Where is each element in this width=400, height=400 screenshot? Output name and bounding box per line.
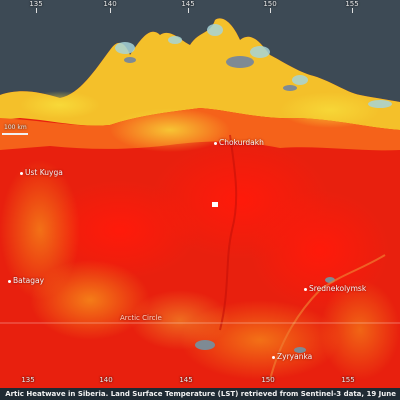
place-label: Chokurdakh: [219, 138, 264, 147]
place-label: Ust Kuyga: [25, 168, 63, 177]
lst-map: 135 140 145 150 155 135 140 145 150 155 …: [0, 0, 400, 400]
place-batagay: Batagay: [8, 276, 44, 285]
scale-bar-label: 100 km: [4, 124, 27, 131]
lst-raster: [0, 0, 400, 400]
place-zyryanka: Zyryanka: [272, 352, 312, 361]
lon-tickmark-top: [36, 8, 37, 13]
lon-tickmark-top: [270, 8, 271, 13]
lon-tick-bottom: 150: [261, 376, 275, 384]
lon-tickmark-top: [352, 8, 353, 13]
scale-bar: [2, 133, 28, 135]
lon-tick-top: 140: [103, 0, 117, 8]
place-label: Zyryanka: [277, 352, 313, 361]
lon-tick-bottom: 155: [341, 376, 355, 384]
place-dot: [214, 141, 217, 145]
lon-tickmark-top: [188, 8, 189, 13]
white-patch: [212, 202, 218, 207]
place-dot: [8, 279, 11, 283]
place-ust-kuyga: Ust Kuyga: [20, 168, 63, 177]
place-dot: [304, 287, 307, 291]
lon-tickmark-top: [110, 8, 111, 13]
lon-tick-bottom: 145: [179, 376, 193, 384]
map-caption: Artic Heatwave in Siberia. Land Surface …: [0, 388, 400, 400]
lon-tick-bottom: 140: [99, 376, 113, 384]
lon-tick-bottom: 135: [21, 376, 35, 384]
place-srednekolymsk: Srednekolymsk: [304, 284, 366, 293]
place-dot: [20, 171, 23, 175]
lon-tick-top: 150: [263, 0, 277, 8]
place-label: Srednekolymsk: [309, 284, 367, 293]
lon-tick-top: 145: [181, 0, 195, 8]
lon-tick-top: 155: [345, 0, 359, 8]
arctic-circle-label: Arctic Circle: [120, 314, 162, 322]
place-dot: [272, 355, 275, 359]
place-label: Batagay: [13, 276, 45, 285]
lon-tick-top: 135: [29, 0, 43, 8]
place-chokurdakh: Chokurdakh: [214, 138, 264, 147]
